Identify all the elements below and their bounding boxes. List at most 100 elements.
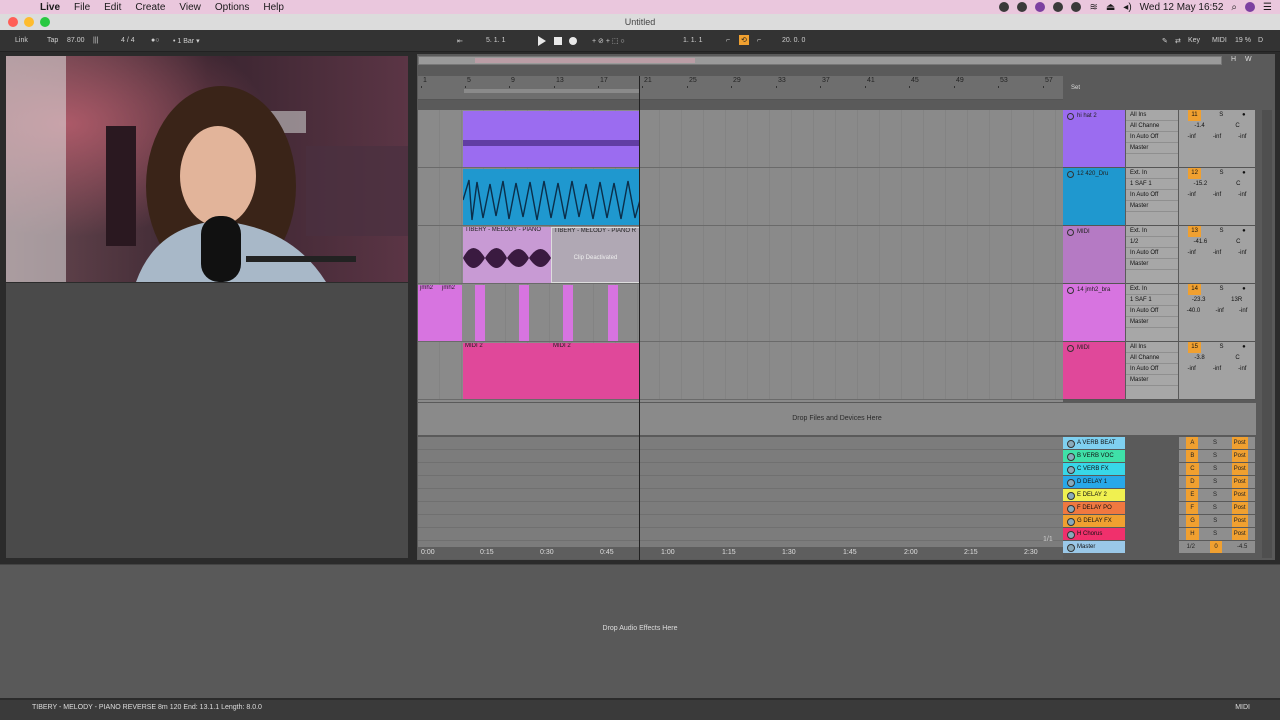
loop-length-field[interactable]: 20. 0. 0 (782, 37, 805, 44)
send-c[interactable]: -inf (1239, 306, 1247, 317)
arm-button[interactable]: ● (1242, 110, 1246, 121)
monitor-switch[interactable]: In Auto Off (1126, 306, 1178, 317)
midi-map-button[interactable]: MIDI (1212, 37, 1227, 44)
time-signature-field[interactable]: 4 / 4 (121, 37, 135, 44)
bluetooth-icon[interactable] (1071, 2, 1082, 12)
send-b[interactable]: -inf (1213, 364, 1221, 375)
pre-post-toggle[interactable]: Post (1231, 489, 1248, 501)
siri-icon[interactable] (1245, 2, 1256, 12)
master-track-header[interactable]: Master (1063, 541, 1125, 553)
metronome-toggle[interactable]: ●○ (151, 37, 159, 44)
vertical-scrollbar[interactable] (1262, 110, 1272, 558)
solo-button[interactable]: S (1213, 450, 1217, 462)
return-activator[interactable]: A (1186, 437, 1199, 449)
audio-clip[interactable] (475, 285, 485, 341)
track-activator[interactable]: 13 (1188, 226, 1201, 237)
track-lane[interactable]: jmh2 jmh2 (418, 284, 1063, 342)
pre-post-toggle[interactable]: Post (1231, 463, 1248, 475)
menu-live[interactable]: Live (40, 2, 60, 13)
pan-field[interactable]: C (1236, 179, 1240, 190)
track-header[interactable]: 14 jmh2_bra (1063, 284, 1125, 342)
audio-clip[interactable]: TIBERY - MELODY - PIANO (463, 227, 551, 283)
pan-field[interactable]: C (1235, 353, 1239, 364)
monitor-switch[interactable]: In Auto Off (1126, 132, 1178, 143)
spotlight-icon[interactable]: ⌕ (1231, 2, 1237, 13)
output-select[interactable]: Master (1126, 375, 1178, 386)
overview-h-button[interactable]: H (1231, 56, 1243, 65)
track-header[interactable]: MIDI (1063, 342, 1125, 400)
pan-field[interactable]: 13R (1231, 295, 1242, 306)
device-view[interactable]: Drop Audio Effects Here (0, 564, 1280, 698)
send-a[interactable]: -inf (1187, 132, 1195, 143)
input-channel-select[interactable]: All Channe (1126, 353, 1178, 364)
beat-ruler[interactable]: 1 5 9 13 17 21 25 29 33 37 41 45 49 53 5… (418, 76, 1063, 89)
monitor-switch[interactable]: In Auto Off (1126, 248, 1178, 259)
output-select[interactable]: Master (1126, 201, 1178, 212)
track-name[interactable]: MIDI (1077, 345, 1090, 351)
arm-button[interactable]: ● (1242, 226, 1246, 237)
return-activator[interactable]: E (1186, 489, 1199, 501)
track-name[interactable]: hi hat 2 (1077, 113, 1097, 119)
quantize-menu[interactable]: • 1 Bar ▾ (173, 37, 200, 45)
key-map-icon[interactable]: ⇄ (1175, 37, 1181, 45)
arrangement-position-field[interactable]: 5. 1. 1 (486, 37, 505, 44)
volume-field[interactable]: -3.8 (1194, 353, 1204, 364)
pre-post-toggle[interactable]: Post (1231, 450, 1248, 462)
solo-button[interactable]: S (1213, 489, 1217, 501)
return-activator[interactable]: D (1186, 476, 1199, 488)
pre-post-toggle[interactable]: Post (1231, 528, 1248, 540)
track-name[interactable]: MIDI (1077, 229, 1090, 235)
arm-button[interactable]: ● (1242, 342, 1246, 353)
input-channel-select[interactable]: All Channe (1126, 121, 1178, 132)
track-activator[interactable]: 14 (1188, 284, 1201, 295)
draw-mode-icon[interactable]: ✎ (1162, 37, 1168, 45)
menubar-clock[interactable]: Wed 12 May 16:52 (1140, 2, 1224, 13)
track-activator[interactable]: 15 (1188, 342, 1201, 353)
track-lane[interactable] (418, 168, 1063, 226)
loop-start-field[interactable]: 1. 1. 1 (683, 37, 702, 44)
send-b[interactable]: -inf (1213, 190, 1221, 201)
camera-icon[interactable] (999, 2, 1010, 12)
output-select[interactable]: Master (1126, 259, 1178, 270)
loop-brace[interactable] (464, 89, 640, 93)
track-name[interactable]: 14 jmh2_bra (1077, 287, 1110, 293)
link-button[interactable]: Link (15, 37, 28, 44)
return-activator[interactable]: H (1186, 528, 1199, 540)
return-track-header[interactable]: G DELAY FX (1063, 515, 1125, 527)
midi-clip[interactable]: MIDI 2 (551, 343, 640, 399)
overview-w-button[interactable]: W (1245, 56, 1257, 65)
return-activator[interactable]: F (1186, 502, 1199, 514)
return-track-header[interactable]: C VERB FX (1063, 463, 1125, 475)
send-a[interactable]: -40.0 (1187, 306, 1201, 317)
play-button[interactable] (538, 36, 546, 46)
minimize-window-button[interactable] (24, 17, 34, 27)
track-header[interactable]: MIDI (1063, 226, 1125, 284)
punch-in-icon[interactable]: ⌐ (726, 37, 730, 44)
send-c[interactable]: -inf (1238, 190, 1246, 201)
close-window-button[interactable] (8, 17, 18, 27)
record-button[interactable] (569, 37, 577, 45)
menu-edit[interactable]: Edit (104, 2, 121, 13)
key-map-button[interactable]: Key (1188, 37, 1200, 44)
audio-clip[interactable]: jmh2 (440, 285, 462, 341)
sync-icon[interactable] (1035, 2, 1046, 12)
solo-button[interactable]: S (1213, 437, 1217, 449)
return-track-lanes[interactable] (418, 437, 1063, 547)
monitor-switch[interactable]: In Auto Off (1126, 190, 1178, 201)
overdub-icon[interactable]: + ⊘ + ⬚ ○ (592, 37, 625, 45)
solo-button[interactable]: S (1213, 528, 1217, 540)
track-lane[interactable]: TIBERY - MELODY - PIANO TIBERY - MELODY … (418, 226, 1063, 284)
send-c[interactable]: -inf (1238, 364, 1246, 375)
tap-tempo-button[interactable]: Tap (47, 37, 58, 44)
send-b[interactable]: -inf (1213, 132, 1221, 143)
input-type-select[interactable]: Ext. In (1126, 284, 1178, 295)
return-track-header[interactable]: H Chorus (1063, 528, 1125, 540)
midi-clip[interactable] (463, 111, 640, 167)
pan-field[interactable]: C (1236, 237, 1240, 248)
pre-post-toggle[interactable]: Post (1231, 515, 1248, 527)
track-header[interactable]: hi hat 2 (1063, 110, 1125, 168)
master-activator[interactable]: 0 (1210, 541, 1222, 553)
audio-clip[interactable] (463, 169, 640, 225)
volume-field[interactable]: -23.3 (1192, 295, 1206, 306)
send-c[interactable]: -inf (1238, 248, 1246, 259)
